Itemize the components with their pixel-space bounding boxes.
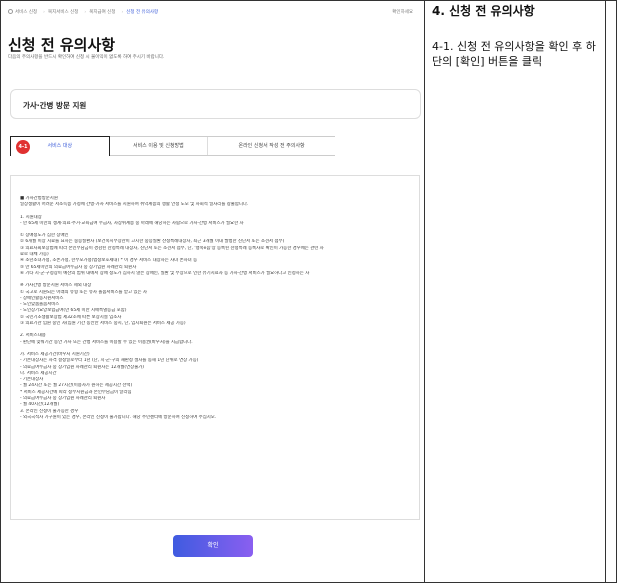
application-page: 서비스 신청 › 복지서비스 신청 › 복지급여 신청 › 신청 전 유의사항 확인하세요 … xyxy=(0,0,425,583)
guide-panel: 4. 신청 전 유의사항 4-1. 신청 전 유의사항을 확인 후 하단의 [확… xyxy=(426,0,606,583)
tab-online-caution[interactable]: 온라인 신청서 작성 전 주의사항 xyxy=(208,137,335,155)
breadcrumb-separator: › xyxy=(84,10,87,15)
breadcrumb-separator: › xyxy=(121,10,124,15)
breadcrumb-item-1[interactable]: 서비스 신청 xyxy=(15,10,37,15)
tab-usage-method[interactable]: 서비스 이용 및 신청방법 xyxy=(110,137,209,155)
notice-line: - 외국국적자 가구원이 있는 경우, 온라인 신청이 불가합니다. 해당 주민… xyxy=(20,414,217,420)
breadcrumb-current: 신청 전 유의사항 xyxy=(126,10,159,15)
breadcrumb: 서비스 신청 › 복지서비스 신청 › 복지급여 신청 › 신청 전 유의사항 확인하세요 xyxy=(8,9,416,15)
step-badge: 4-1 xyxy=(16,140,30,154)
home-icon[interactable] xyxy=(8,9,13,14)
breadcrumb-item-3[interactable]: 복지급여 신청 xyxy=(89,10,115,15)
page-title: 신청 전 유의사항 xyxy=(8,36,116,54)
page-subtitle: 다음의 주의사항을 반드시 확인하여 신청 시 불이익이 없도록 하여 주시기 … xyxy=(8,55,165,60)
tab-label: 온라인 신청서 작성 전 주의사항 xyxy=(238,143,305,149)
breadcrumb-item-2[interactable]: 복지서비스 신청 xyxy=(48,10,78,15)
tab-label: 서비스 이용 및 신청방법 xyxy=(132,143,184,149)
service-card: 가사·간병 방문 지원 xyxy=(10,89,421,119)
tab-bar: 4-1 서비스 대상 서비스 이용 및 신청방법 온라인 신청서 작성 전 주의… xyxy=(10,136,335,156)
confirm-button[interactable]: 확인 xyxy=(173,535,253,557)
breadcrumb-right-link[interactable]: 확인하세요 xyxy=(392,9,413,15)
notice-content[interactable]: ■ 가사간병방문지원 일상생활이 어려운 저소득층 가정에 간병·가사 서비스를 … xyxy=(10,175,420,520)
breadcrumb-separator: › xyxy=(43,10,45,15)
tab-label: 서비스 대상 xyxy=(47,143,73,149)
tab-service-target[interactable]: 4-1 서비스 대상 xyxy=(10,136,110,156)
guide-description: 4-1. 신청 전 유의사항을 확인 후 하단의 [확인] 버튼을 클릭 xyxy=(432,40,596,68)
service-name: 가사·간병 방문 지원 xyxy=(23,101,87,110)
guide-title: 4. 신청 전 유의사항 xyxy=(432,4,535,18)
